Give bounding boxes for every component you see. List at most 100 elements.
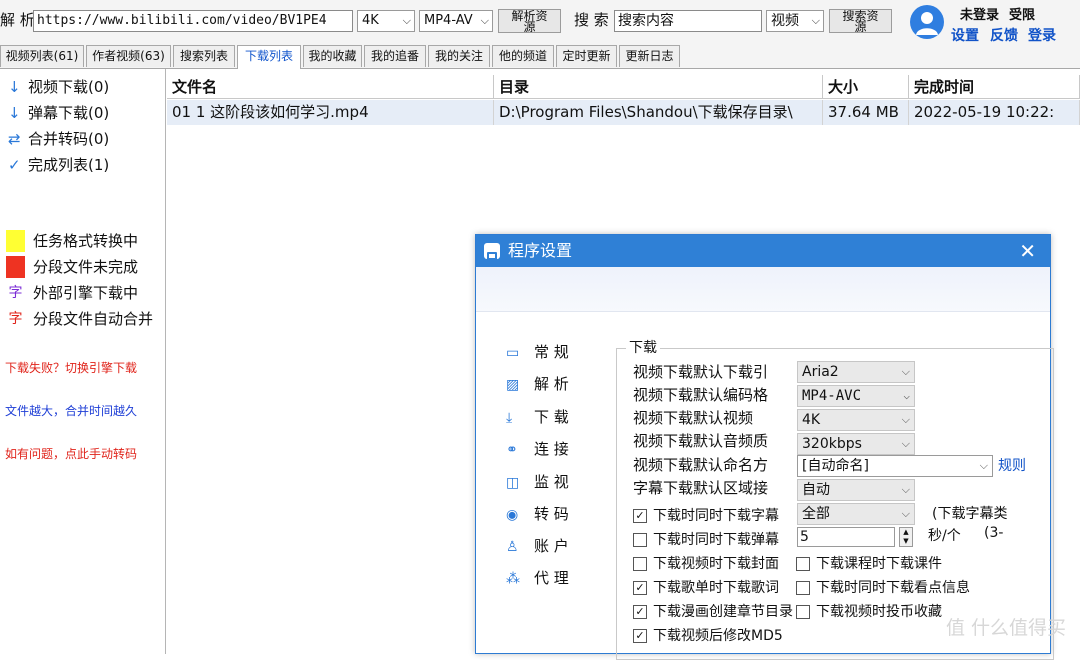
tab-video-list[interactable]: 视频列表(61): [0, 45, 84, 67]
table-cell-finish-time[interactable]: 2022-05-19 10:22:: [909, 100, 1080, 125]
column-header-size[interactable]: 大小: [823, 75, 909, 99]
tab-my-favorites[interactable]: 我的收藏: [303, 45, 362, 67]
tab-his-channel[interactable]: 他的频道: [492, 45, 554, 67]
checkbox-box: ✓: [633, 629, 647, 643]
login-link[interactable]: 登录: [1028, 25, 1056, 45]
legend-label: 外部引擎下载中: [33, 284, 139, 302]
feedback-link[interactable]: 反馈: [990, 25, 1018, 45]
checkbox-download-subtitles[interactable]: ✓ 下载时同时下载字幕: [633, 505, 779, 525]
table-cell-filename[interactable]: 01 1 这阶段该如何学习.mp4: [167, 100, 494, 125]
tab-my-following[interactable]: 我的关注: [428, 45, 490, 67]
purple-char-icon: 字: [8, 285, 23, 301]
section-title: 下载: [626, 337, 660, 357]
column-header-directory[interactable]: 目录: [494, 75, 823, 99]
checkbox-label: 下载时同时下载弹幕: [653, 532, 779, 548]
codec-select[interactable]: MP4-AVC ⌵: [797, 385, 915, 407]
checkbox-label: 下载歌单时下载歌词: [653, 580, 779, 596]
nav-label: 监 视: [534, 473, 569, 491]
legend-converting: 任务格式转换中: [6, 230, 138, 252]
naming-select[interactable]: [自动命名] ⌵: [797, 455, 993, 477]
format-select[interactable]: MP4-AV ⌵: [419, 10, 493, 32]
checkbox-label: 下载时同时下载看点信息: [816, 580, 970, 596]
user-icon: [916, 12, 938, 35]
interval-spinner[interactable]: 5: [797, 527, 895, 547]
merge-icon: ⇄: [8, 130, 21, 148]
table-cell-directory[interactable]: D:\Program Files\Shandou\下载保存目录\: [494, 100, 823, 125]
settings-nav-account[interactable]: ♙ 账 户: [506, 533, 569, 559]
download-box-icon: ⤓: [506, 410, 513, 426]
tab-changelog[interactable]: 更新日志: [619, 45, 680, 67]
parse-label: 解 析: [0, 11, 35, 29]
proxy-icon: ⁂: [506, 571, 520, 587]
dialog-titlebar[interactable]: 程序设置 ✕: [476, 235, 1050, 267]
sidebar-item-video-download[interactable]: ↓ 视频下载(0): [8, 75, 109, 99]
checkbox-comic-chapters[interactable]: ✓ 下载漫画创建章节目录: [633, 601, 793, 621]
tab-my-bangumi[interactable]: 我的追番: [364, 45, 426, 67]
settings-nav-download[interactable]: ⤓ 下 载: [506, 404, 569, 430]
column-header-filename[interactable]: 文件名: [167, 75, 494, 99]
nav-label: 代 理: [534, 569, 569, 587]
table-cell-size[interactable]: 37.64 MB: [823, 100, 909, 125]
quality-select[interactable]: 4K ⌵: [357, 10, 415, 32]
checkbox-download-cover[interactable]: 下载视频时下载封面: [633, 553, 779, 573]
audio-quality-select[interactable]: 320kbps ⌵: [797, 433, 915, 455]
sidebar-item-danmaku-download[interactable]: ↓ 弹幕下载(0): [8, 101, 109, 125]
nav-label: 账 户: [534, 537, 569, 555]
sidebar-item-label: 弹幕下载(0): [28, 104, 110, 122]
engine-select[interactable]: Aria2 ⌵: [797, 361, 915, 383]
close-icon[interactable]: ✕: [1019, 235, 1036, 267]
search-type-select[interactable]: 视频 ⌵: [766, 10, 824, 32]
image-icon: ▨: [506, 377, 520, 393]
tab-download-list[interactable]: 下载列表: [237, 45, 301, 69]
tip-manual-transcode[interactable]: 如有问题，点此手动转码: [5, 445, 137, 462]
settings-nav-transcode[interactable]: ◉ 转 码: [506, 501, 569, 527]
tip-switch-engine[interactable]: 下载失败？切换引擎下载: [5, 359, 137, 376]
checkbox-download-lyrics[interactable]: ✓ 下载歌单时下载歌词: [633, 577, 779, 597]
column-header-finish-time[interactable]: 完成时间: [909, 75, 1080, 99]
checkbox-highlight-info[interactable]: 下载时同时下载看点信息: [796, 577, 970, 597]
tab-scheduled-update[interactable]: 定时更新: [556, 45, 617, 67]
search-resource-button[interactable]: 搜索资源: [829, 9, 892, 33]
tab-search-list[interactable]: 搜索列表: [173, 45, 235, 67]
sidebar-item-merge-transcode[interactable]: ⇄ 合并转码(0): [8, 127, 109, 151]
download-arrow-icon: ↓: [8, 78, 21, 96]
subtitle-region-value: 自动: [802, 482, 830, 498]
sidebar-item-label: 合并转码(0): [28, 130, 110, 148]
settings-nav-connect[interactable]: ⚭ 连 接: [506, 436, 569, 462]
naming-rule-link[interactable]: 规则: [998, 455, 1026, 475]
nav-label: 转 码: [534, 505, 569, 523]
chevron-down-icon: ⌵: [901, 413, 910, 426]
checkbox-download-danmaku[interactable]: 下载时同时下载弹幕: [633, 529, 779, 549]
video-quality-select[interactable]: 4K ⌵: [797, 409, 915, 431]
checkbox-course-files[interactable]: 下载课程时下载课件: [796, 553, 942, 573]
checkbox-coin-favorite[interactable]: 下载视频时投币收藏: [796, 601, 942, 621]
settings-link[interactable]: 设置: [951, 25, 979, 45]
sidebar-item-label: 完成列表(1): [28, 156, 110, 174]
nav-label: 连 接: [534, 440, 569, 458]
parse-resource-button[interactable]: 解析资源: [498, 9, 561, 33]
format-value: MP4-AV: [424, 13, 473, 28]
download-table: 文件名 目录 大小 完成时间 01 1 这阶段该如何学习.mp4 D:\Prog…: [167, 75, 1080, 125]
settings-nav-monitor[interactable]: ◫ 监 视: [506, 469, 569, 495]
subtitle-type-select[interactable]: 全部 ⌵: [797, 503, 915, 525]
spinner-arrows[interactable]: ▲ ▼: [899, 527, 913, 547]
checkbox-box: [796, 557, 810, 571]
chevron-down-icon: ⌵: [901, 437, 910, 450]
red-char-icon: 字: [8, 311, 23, 327]
legend-incomplete: 分段文件未完成: [6, 256, 138, 278]
checkbox-modify-md5[interactable]: ✓ 下载视频后修改MD5: [633, 625, 783, 645]
tab-author-videos[interactable]: 作者视频(63): [86, 45, 171, 67]
search-input[interactable]: 搜索内容: [614, 10, 762, 32]
sidebar-item-completed[interactable]: ✓ 完成列表(1): [8, 153, 109, 177]
settings-nav-general[interactable]: ▭ 常 规: [506, 339, 569, 365]
subtitle-region-select[interactable]: 自动 ⌵: [797, 479, 915, 501]
naming-value: [自动命名]: [802, 458, 869, 474]
url-input[interactable]: https://www.bilibili.com/video/BV1PE4: [33, 10, 353, 32]
settings-nav-proxy[interactable]: ⁂ 代 理: [506, 565, 569, 591]
checkbox-label: 下载视频时下载封面: [653, 556, 779, 572]
settings-nav-parse[interactable]: ▨ 解 析: [506, 371, 569, 397]
chevron-down-icon: ⌵: [903, 389, 910, 402]
toolbar: 解 析 https://www.bilibili.com/video/BV1PE…: [0, 0, 1080, 44]
nav-label: 解 析: [534, 375, 569, 393]
avatar[interactable]: [910, 5, 944, 39]
